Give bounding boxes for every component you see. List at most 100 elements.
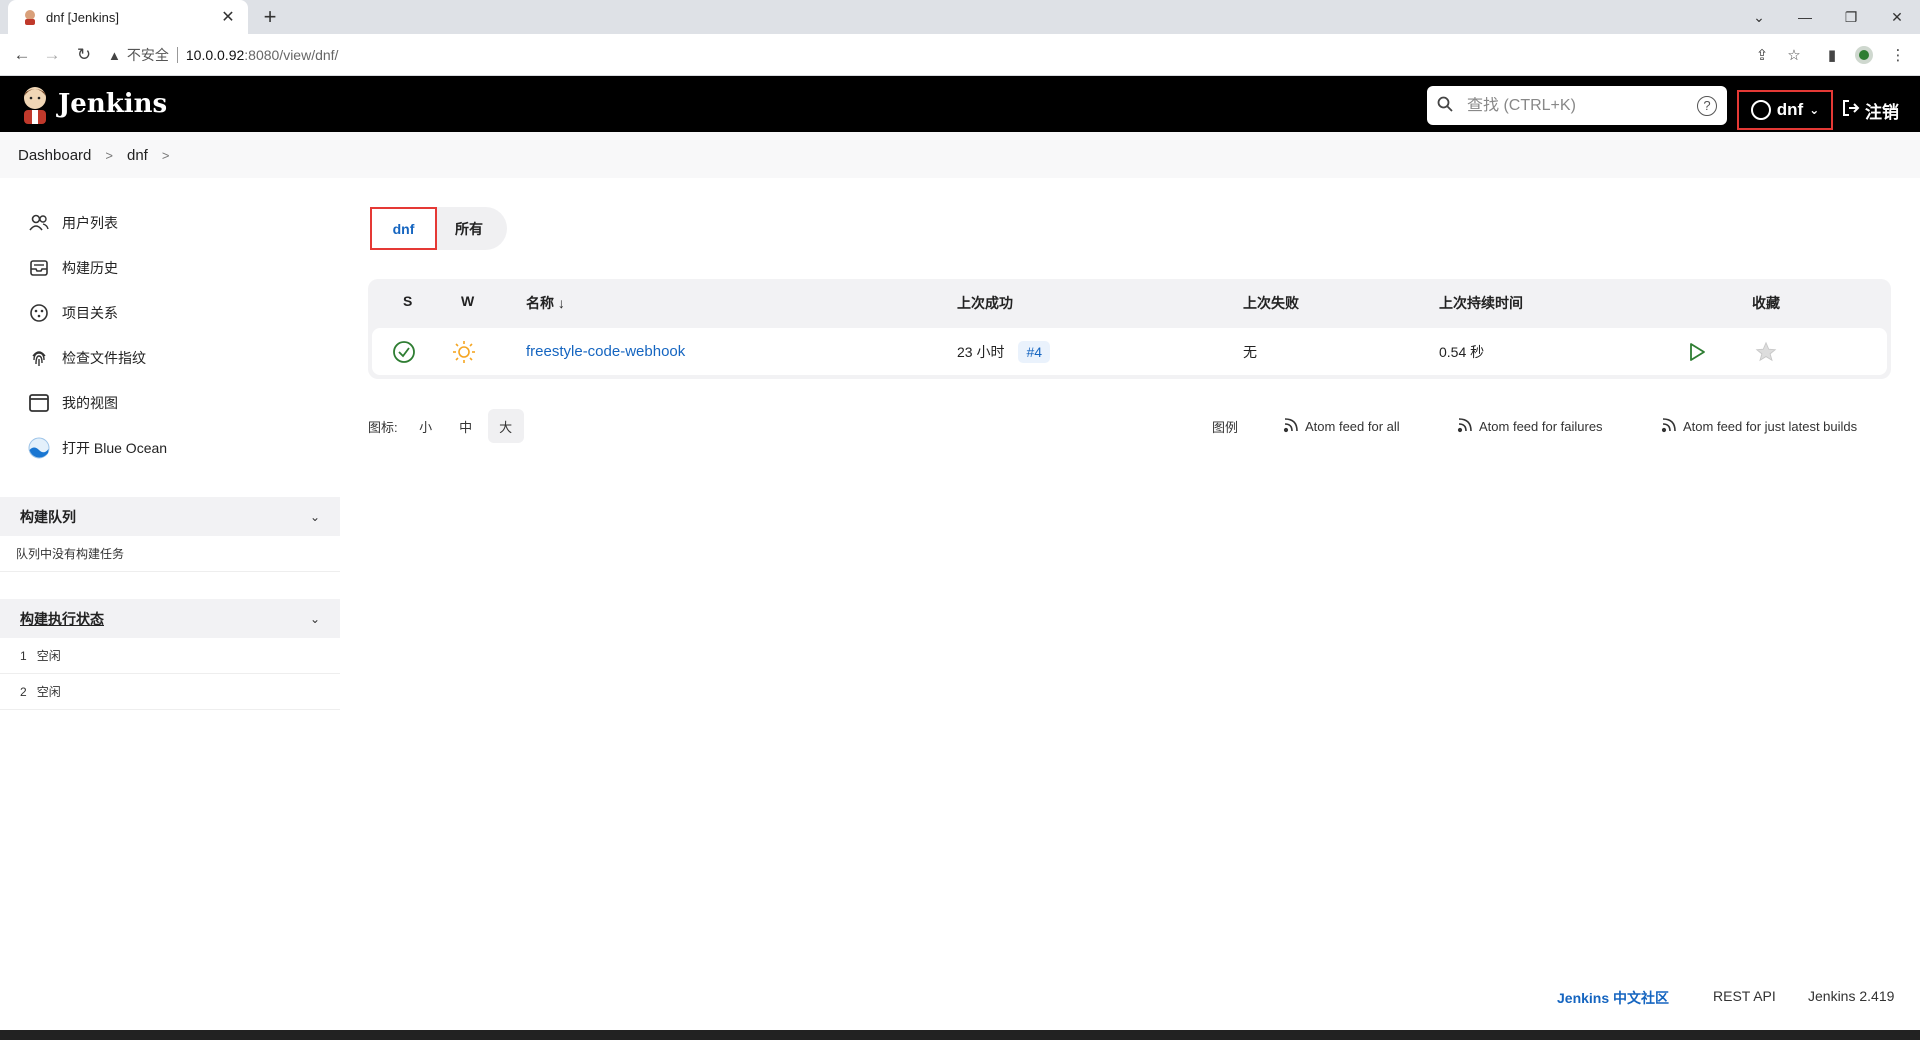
sunny-weather-icon[interactable] bbox=[452, 328, 476, 375]
favorite-star-icon[interactable] bbox=[1755, 328, 1777, 375]
column-header-favorite: 收藏 bbox=[1752, 295, 1780, 311]
legend-label[interactable]: 图例 bbox=[1212, 417, 1238, 436]
share-icon[interactable]: ⇪ bbox=[1750, 43, 1774, 67]
logout-label: 注销 bbox=[1865, 102, 1899, 122]
user-menu-button[interactable]: dnf ⌄ bbox=[1737, 90, 1833, 130]
executor-number: 1 bbox=[20, 648, 27, 663]
browser-tab[interactable]: dnf [Jenkins] ✕ bbox=[8, 0, 248, 34]
sidebar-item-blue-ocean[interactable]: 打开 Blue Ocean bbox=[0, 425, 340, 470]
community-link[interactable]: Jenkins 中文社区 bbox=[1557, 988, 1669, 1008]
icon-size-medium[interactable]: 中 bbox=[448, 409, 484, 443]
fingerprint-icon bbox=[28, 347, 50, 369]
column-header-last-success[interactable]: 上次成功 bbox=[957, 293, 1013, 313]
job-link[interactable]: freestyle-code-webhook bbox=[526, 343, 685, 360]
build-queue-empty-text: 队列中没有构建任务 bbox=[16, 547, 125, 561]
jobs-table: S W 名称 ↓ 上次成功 上次失败 上次持续时间 收藏 freestyle-c… bbox=[368, 279, 1891, 379]
atom-feed-all-label[interactable]: Atom feed for all bbox=[1305, 419, 1400, 434]
minimize-icon[interactable]: — bbox=[1782, 0, 1828, 34]
chevron-down-icon: ⌄ bbox=[1809, 103, 1820, 117]
restore-icon[interactable]: ❐ bbox=[1828, 0, 1874, 34]
rest-api-link[interactable]: REST API bbox=[1713, 988, 1776, 1004]
breadcrumb-dashboard[interactable]: Dashboard bbox=[18, 147, 91, 164]
column-header-last-duration[interactable]: 上次持续时间 bbox=[1439, 293, 1523, 313]
forward-icon[interactable]: → bbox=[40, 43, 64, 67]
url-host: 10.0.0.92 bbox=[185, 47, 245, 63]
sidebar-item-project-relationship[interactable]: 项目关系 bbox=[0, 290, 340, 335]
sidebar-item-label: 用户列表 bbox=[62, 214, 118, 231]
reload-icon[interactable]: ↻ bbox=[72, 43, 96, 67]
last-failure-value: 无 bbox=[1243, 343, 1257, 360]
new-tab-button[interactable]: + bbox=[258, 4, 282, 29]
url-path: :8080/view/dnf/ bbox=[244, 47, 339, 63]
icon-size-large[interactable]: 大 bbox=[487, 409, 524, 443]
chevron-right-icon: > bbox=[105, 147, 113, 163]
build-number-link[interactable]: #4 bbox=[1018, 340, 1051, 363]
back-icon[interactable]: ← bbox=[10, 43, 34, 67]
jenkins-logo[interactable]: Jenkins bbox=[18, 84, 167, 124]
sidebar-item-my-views[interactable]: 我的视图 bbox=[0, 380, 340, 425]
people-icon bbox=[28, 212, 50, 234]
chevron-down-icon[interactable]: ⌄ bbox=[310, 510, 320, 524]
executor-number: 2 bbox=[20, 684, 27, 699]
build-queue-title: 构建队列 bbox=[20, 508, 76, 525]
success-status-icon[interactable] bbox=[392, 328, 416, 375]
column-header-name[interactable]: 名称 ↓ bbox=[526, 293, 565, 313]
search-input[interactable] bbox=[1467, 96, 1697, 115]
sidebar: 用户列表 构建历史 项目关系 检查文件指纹 我的视图 打开 Blue Ocean bbox=[0, 200, 340, 470]
bookmark-star-icon[interactable]: ☆ bbox=[1782, 43, 1806, 67]
browser-menu-icon[interactable]: ⋮ bbox=[1886, 43, 1910, 67]
logout-button[interactable]: 注销 bbox=[1842, 90, 1899, 130]
blue-ocean-icon bbox=[28, 437, 50, 459]
tab-dnf[interactable]: dnf bbox=[370, 207, 437, 250]
close-tab-icon[interactable]: ✕ bbox=[218, 7, 238, 27]
legend-link[interactable]: 图例 bbox=[1212, 414, 1238, 438]
address-bar[interactable]: ▲ 不安全 10.0.0.92 :8080/view/dnf/ bbox=[108, 39, 1758, 71]
atom-feed-latest-label[interactable]: Atom feed for just latest builds bbox=[1683, 419, 1857, 434]
executors-title[interactable]: 构建执行状态 bbox=[20, 609, 104, 629]
last-success-time: 23 小时 bbox=[957, 343, 1005, 360]
rss-feed-icon bbox=[1457, 417, 1473, 436]
icon-size-label: 图标: bbox=[368, 419, 398, 435]
tab-all[interactable]: 所有 bbox=[437, 207, 497, 250]
tab-search-icon[interactable]: ⌄ bbox=[1736, 0, 1782, 34]
column-header-weather[interactable]: W bbox=[461, 293, 474, 309]
jenkins-butler-icon bbox=[24, 87, 46, 124]
insecure-label[interactable]: 不安全 bbox=[127, 45, 169, 65]
jenkins-version-link[interactable]: Jenkins 2.419 bbox=[1808, 988, 1894, 1004]
side-panel-icon[interactable]: ▮ bbox=[1820, 43, 1844, 67]
build-queue-header[interactable]: 构建队列 ⌄ bbox=[0, 497, 340, 536]
executors-header[interactable]: 构建执行状态 ⌄ bbox=[0, 599, 340, 638]
browser-tabstrip: dnf [Jenkins] ✕ + ⌄ — ❐ ✕ bbox=[0, 0, 1920, 34]
schedule-build-play-icon[interactable] bbox=[1688, 328, 1706, 375]
atom-feed-all-link[interactable]: Atom feed for all bbox=[1283, 414, 1400, 438]
profile-avatar-icon[interactable] bbox=[1852, 43, 1876, 67]
executor-row: 1 空闲 bbox=[0, 638, 340, 674]
atom-feed-failures-link[interactable]: Atom feed for failures bbox=[1457, 414, 1603, 438]
history-icon bbox=[28, 257, 50, 279]
warning-icon[interactable]: ▲ bbox=[108, 48, 121, 63]
user-name: dnf bbox=[1776, 100, 1804, 119]
jenkins-favicon-icon bbox=[25, 10, 35, 25]
rss-feed-icon bbox=[1661, 417, 1677, 436]
atom-feed-latest-link[interactable]: Atom feed for just latest builds bbox=[1661, 414, 1857, 438]
search-help-icon[interactable]: ? bbox=[1697, 95, 1717, 116]
view-tabs: dnf 所有 bbox=[370, 207, 507, 250]
sidebar-item-users[interactable]: 用户列表 bbox=[0, 200, 340, 245]
search-icon bbox=[1437, 96, 1455, 116]
chevron-down-icon[interactable]: ⌄ bbox=[310, 612, 320, 626]
close-window-icon[interactable]: ✕ bbox=[1874, 0, 1920, 34]
build-queue-empty: 队列中没有构建任务 bbox=[0, 536, 340, 572]
atom-feed-failures-label[interactable]: Atom feed for failures bbox=[1479, 419, 1603, 434]
relationship-icon bbox=[28, 302, 50, 324]
breadcrumb-dnf[interactable]: dnf bbox=[127, 147, 148, 164]
icon-size-selector: 图标: 小 中 大 bbox=[368, 409, 524, 443]
icon-size-small[interactable]: 小 bbox=[408, 409, 444, 443]
rss-feed-icon bbox=[1283, 417, 1299, 436]
column-header-last-failure[interactable]: 上次失败 bbox=[1243, 293, 1299, 313]
sidebar-item-fingerprint[interactable]: 检查文件指纹 bbox=[0, 335, 340, 380]
executor-row: 2 空闲 bbox=[0, 674, 340, 710]
chevron-right-icon[interactable]: > bbox=[162, 148, 170, 163]
column-header-status[interactable]: S bbox=[403, 293, 412, 309]
taskbar-edge bbox=[0, 1030, 1920, 1040]
sidebar-item-build-history[interactable]: 构建历史 bbox=[0, 245, 340, 290]
